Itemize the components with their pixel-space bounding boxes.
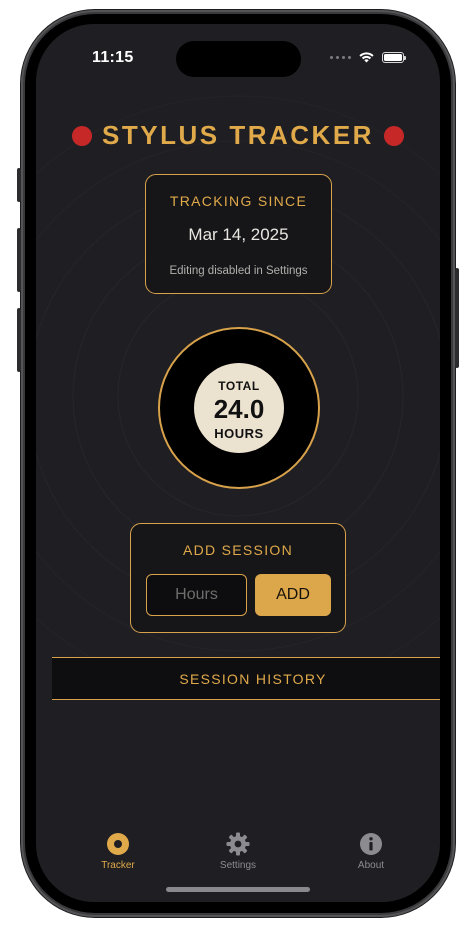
- tracking-since-card: TRACKING SINCE Mar 14, 2025 Editing disa…: [145, 174, 332, 294]
- status-icons: [330, 51, 406, 63]
- volume-up-button: [17, 228, 21, 292]
- left-dot-icon: [72, 125, 93, 146]
- app-header: STYLUS TRACKER: [36, 120, 440, 151]
- add-session-heading: ADD SESSION: [183, 542, 293, 558]
- tab-about[interactable]: About: [331, 832, 411, 871]
- status-time: 11:15: [92, 49, 134, 66]
- status-bar: 11:15: [36, 24, 440, 78]
- session-history-header[interactable]: SESSION HISTORY: [52, 657, 440, 700]
- gear-icon: [226, 832, 250, 856]
- add-session-card: ADD SESSION ADD: [130, 523, 346, 633]
- record-label: TOTAL 24.0 HOURS: [194, 363, 284, 453]
- home-indicator[interactable]: [166, 887, 310, 892]
- total-hours-value: 24.0: [213, 394, 265, 424]
- tab-bar: Tracker Settings About: [36, 824, 440, 884]
- volume-down-button: [17, 308, 21, 372]
- app-title: STYLUS TRACKER: [102, 120, 374, 150]
- power-button: [455, 268, 459, 368]
- editing-disabled-note: Editing disabled in Settings: [169, 265, 308, 277]
- action-button: [17, 168, 21, 202]
- tab-tracker[interactable]: Tracker: [78, 832, 158, 871]
- phone-frame: 11:15 STYLUS TRACKER TRACKING SINCE Mar …: [17, 10, 459, 917]
- total-hours-record: TOTAL 24.0 HOURS: [158, 327, 320, 489]
- hours-input[interactable]: [146, 574, 247, 616]
- tracking-since-date: Mar 14, 2025: [188, 225, 289, 244]
- total-label: TOTAL: [218, 379, 260, 393]
- info-icon: [360, 833, 382, 855]
- tracking-since-heading: TRACKING SINCE: [169, 193, 308, 209]
- add-session-button[interactable]: ADD: [255, 574, 331, 616]
- app-screen: 11:15 STYLUS TRACKER TRACKING SINCE Mar …: [36, 24, 440, 902]
- dynamic-island: [176, 41, 301, 77]
- tab-settings[interactable]: Settings: [198, 832, 278, 871]
- tab-about-label: About: [357, 860, 385, 871]
- tab-tracker-label: Tracker: [101, 860, 135, 871]
- battery-icon: [382, 51, 406, 63]
- wifi-icon: [359, 52, 374, 63]
- record-icon: [107, 833, 129, 855]
- hours-label: HOURS: [214, 426, 264, 441]
- cellular-signal-icon: [330, 55, 351, 59]
- tab-settings-label: Settings: [219, 860, 257, 871]
- right-dot-icon: [383, 125, 404, 146]
